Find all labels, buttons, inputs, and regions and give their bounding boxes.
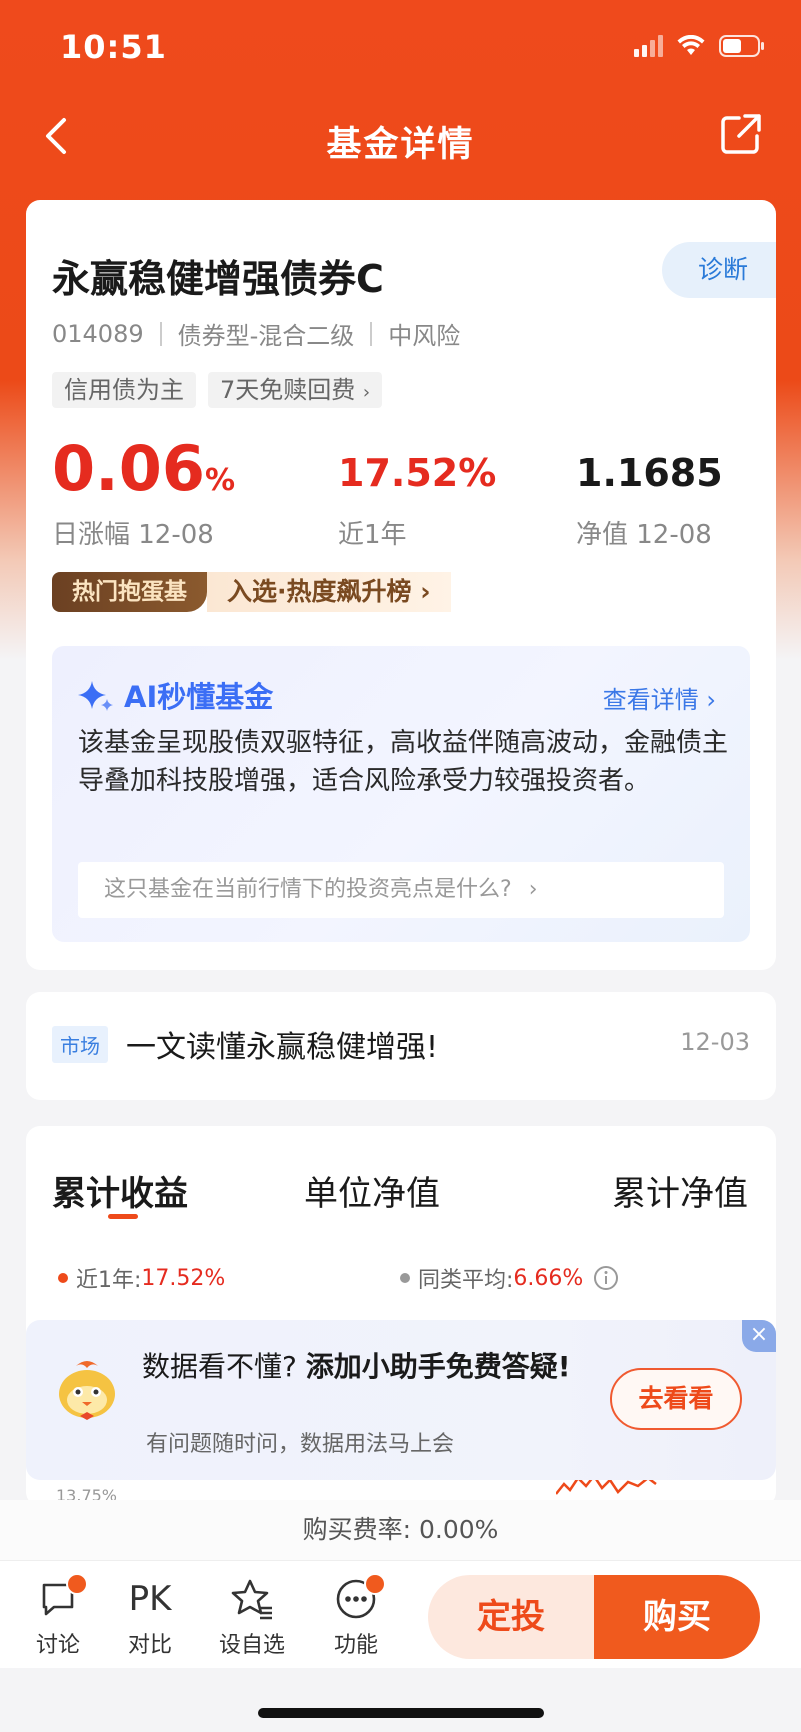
ai-more-link[interactable]: 查看详情 › <box>603 680 716 715</box>
star-icon <box>231 1579 272 1620</box>
rank-badge: 热门抱蛋基 <box>52 572 207 612</box>
promo-subtitle: 有问题随时问，数据用法马上会 <box>146 1432 455 1457</box>
notification-dot <box>66 1573 88 1595</box>
status-icons <box>634 34 765 58</box>
ai-title: AI秒懂基金 <box>78 674 273 716</box>
daily-change-value: 0.06 <box>52 432 205 505</box>
ai-summary-text: 该基金呈现股债双驱特征，高收益伴随高波动，金融债主导叠加科技股增强，适合风险承受… <box>78 728 729 796</box>
chevron-right-icon: › <box>420 577 431 606</box>
bottom-action-bar: 讨论 PK 对比 设自选 功能 定投 购买 <box>0 1560 801 1668</box>
news-title: 一文读懂永赢稳健增强! <box>126 1030 439 1065</box>
mascot-icon <box>59 1361 115 1420</box>
add-watchlist-button[interactable]: 设自选 <box>212 1575 292 1659</box>
close-icon: × <box>749 1322 769 1347</box>
divider <box>159 321 162 346</box>
notification-dot <box>364 1573 386 1595</box>
year-return-label: 近1年 <box>338 520 407 550</box>
battery-icon <box>719 34 765 58</box>
legend-average: 同类平均: 6.66% <box>400 1262 619 1294</box>
news-item[interactable]: 市场 一文读懂永赢稳健增强! 12-03 <box>26 992 776 1100</box>
news-date: 12-03 <box>680 1028 750 1056</box>
compare-button[interactable]: PK 对比 <box>110 1575 190 1659</box>
nav-label: 净值 12-08 <box>576 520 712 550</box>
legend-dot <box>58 1273 68 1283</box>
chevron-right-icon: › <box>362 382 371 403</box>
promo-title: 数据看不懂? 添加小助手免费答疑! <box>142 1350 571 1383</box>
news-tag: 市场 <box>52 1026 108 1063</box>
nav-stat: 1.1685 净值 12-08 <box>576 454 723 551</box>
hot-rank-banner[interactable]: 热门抱蛋基 入选·热度飙升榜 › <box>52 572 451 612</box>
tab-underline <box>108 1214 138 1219</box>
ai-summary-box: AI秒懂基金 查看详情 › 该基金呈现股债双驱特征，高收益伴随高波动，金融债主导… <box>52 646 750 942</box>
year-return-value: 17.52% <box>338 451 497 495</box>
tag-credit: 信用债为主 <box>52 372 196 408</box>
signal-icon <box>634 35 663 57</box>
chevron-right-icon: › <box>706 686 716 714</box>
fund-code: 014089 <box>52 319 144 348</box>
tab-cumulative-return[interactable]: 累计收益 <box>52 1166 188 1215</box>
share-icon <box>721 114 761 154</box>
daily-change-stat: 0.06% 日涨幅 12-08 <box>52 438 235 551</box>
pk-icon: PK <box>128 1579 172 1619</box>
fund-meta: 014089 债券型-混合二级 中风险 <box>52 316 460 351</box>
safe-area <box>0 1668 801 1732</box>
promo-go-button[interactable]: 去看看 <box>610 1368 742 1430</box>
buy-button[interactable]: 购买 <box>594 1575 760 1659</box>
home-indicator <box>258 1708 544 1718</box>
fund-risk: 中风险 <box>388 322 461 350</box>
nav-value: 1.1685 <box>576 451 723 495</box>
close-button[interactable]: × <box>742 1320 776 1352</box>
daily-change-unit: % <box>204 463 236 498</box>
rank-text: 入选·热度飙升榜 › <box>207 572 451 612</box>
legend-self: 近1年: 17.52% <box>58 1262 225 1294</box>
info-icon[interactable] <box>593 1265 619 1291</box>
legend-dot <box>400 1273 410 1283</box>
fund-tags: 信用债为主 7天免赎回费 › <box>52 372 383 408</box>
auto-invest-button[interactable]: 定投 <box>428 1575 594 1659</box>
more-functions-button[interactable]: 功能 <box>316 1573 396 1659</box>
wifi-icon <box>677 35 705 57</box>
discuss-button[interactable]: 讨论 <box>18 1573 98 1659</box>
tab-cumulative-nav[interactable]: 累计净值 <box>612 1166 748 1215</box>
assistant-promo-banner: × 数据看不懂? 添加小助手免费答疑! 有问题随时问，数据用法马上会 去看看 <box>26 1320 776 1480</box>
chevron-right-icon: › <box>528 877 538 902</box>
ai-suggested-question[interactable]: 这只基金在当前行情下的投资亮点是什么? › <box>78 862 724 918</box>
share-button[interactable] <box>719 112 763 156</box>
tag-redemption[interactable]: 7天免赎回费 › <box>208 372 383 408</box>
status-time: 10:51 <box>60 28 167 66</box>
fund-info-card: 永赢稳健增强债券C 诊断 014089 债券型-混合二级 中风险 信用债为主 7… <box>26 200 776 970</box>
page-title: 基金详情 <box>326 125 475 165</box>
year-return-stat: 17.52% 近1年 <box>338 454 496 551</box>
diagnose-button[interactable]: 诊断 <box>662 242 776 298</box>
fund-type: 债券型-混合二级 <box>177 322 355 350</box>
daily-change-label: 日涨幅 12-08 <box>52 520 214 550</box>
purchase-fee: 购买费率: 0.00% <box>0 1500 801 1560</box>
tab-unit-nav[interactable]: 单位净值 <box>304 1166 440 1215</box>
sparkle-icon <box>78 681 113 711</box>
divider <box>370 321 373 346</box>
fund-name: 永赢稳健增强债券C <box>52 257 384 301</box>
